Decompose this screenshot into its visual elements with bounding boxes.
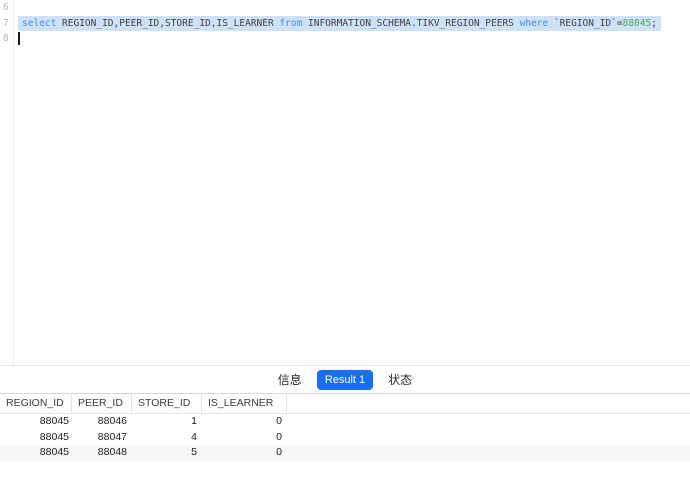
table-row[interactable]: 88045 88046 1 0	[0, 414, 690, 430]
results-grid-header: REGION_ID PEER_ID STORE_ID IS_LEARNER	[0, 393, 690, 414]
gutter-divider	[13, 0, 14, 365]
column-header-region-id[interactable]: REGION_ID	[0, 394, 72, 413]
tab-status[interactable]: 状态	[382, 368, 418, 391]
sql-keyword: select	[22, 18, 56, 29]
sql-identifiers: `REGION_ID`=	[548, 18, 622, 29]
sql-identifiers: INFORMATION_SCHEMA.TIKV_REGION_PEERS	[302, 18, 519, 29]
table-cell-is-learner[interactable]: 0	[202, 430, 287, 446]
table-cell-store-id[interactable]: 5	[132, 445, 202, 461]
sql-identifiers: REGION_ID,PEER_ID,STORE_ID,IS_LEARNER	[56, 18, 279, 29]
table-cell-peer-id[interactable]: 88047	[72, 430, 132, 446]
table-cell-region-id[interactable]: 88045	[0, 430, 72, 446]
table-row[interactable]: 88045 88047 4 0	[0, 430, 690, 446]
editor-line-8[interactable]: 8	[0, 31, 690, 47]
table-cell-is-learner[interactable]: 0	[202, 445, 287, 461]
editor-line-text	[13, 31, 20, 47]
column-header-peer-id[interactable]: PEER_ID	[72, 394, 132, 413]
column-header-store-id[interactable]: STORE_ID	[132, 394, 202, 413]
editor-line-6[interactable]: 6	[0, 0, 690, 16]
result-tab-bar: 信息 Result 1 状态	[0, 365, 690, 393]
sql-editor[interactable]: 6 7 select REGION_ID,PEER_ID,STORE_ID,IS…	[0, 0, 690, 365]
table-cell-peer-id[interactable]: 88048	[72, 445, 132, 461]
tab-info[interactable]: 信息	[272, 368, 308, 391]
sql-punctuation: ;	[651, 18, 657, 29]
line-number: 7	[0, 16, 13, 32]
table-row[interactable]: 88045 88048 5 0	[0, 445, 690, 461]
column-header-filler	[287, 394, 690, 413]
editor-line-7[interactable]: 7 select REGION_ID,PEER_ID,STORE_ID,IS_L…	[0, 16, 690, 32]
selected-query-text: select REGION_ID,PEER_ID,STORE_ID,IS_LEA…	[18, 16, 661, 32]
editor-line-text: select REGION_ID,PEER_ID,STORE_ID,IS_LEA…	[13, 16, 661, 32]
table-cell-region-id[interactable]: 88045	[0, 414, 72, 430]
table-cell-filler	[287, 414, 690, 430]
column-header-is-learner[interactable]: IS_LEARNER	[202, 394, 287, 413]
text-cursor	[18, 32, 20, 45]
sql-keyword: from	[279, 18, 302, 29]
table-cell-region-id[interactable]: 88045	[0, 445, 72, 461]
table-cell-store-id[interactable]: 4	[132, 430, 202, 446]
table-cell-peer-id[interactable]: 88046	[72, 414, 132, 430]
tab-result-1[interactable]: Result 1	[317, 370, 373, 390]
sql-keyword: where	[520, 18, 549, 29]
results-grid: REGION_ID PEER_ID STORE_ID IS_LEARNER 88…	[0, 393, 690, 461]
table-cell-filler	[287, 445, 690, 461]
table-cell-is-learner[interactable]: 0	[202, 414, 287, 430]
line-number: 6	[0, 0, 13, 16]
table-cell-filler	[287, 430, 690, 446]
line-number: 8	[0, 31, 13, 47]
sql-number-literal: 88045	[623, 18, 652, 29]
table-cell-store-id[interactable]: 1	[132, 414, 202, 430]
